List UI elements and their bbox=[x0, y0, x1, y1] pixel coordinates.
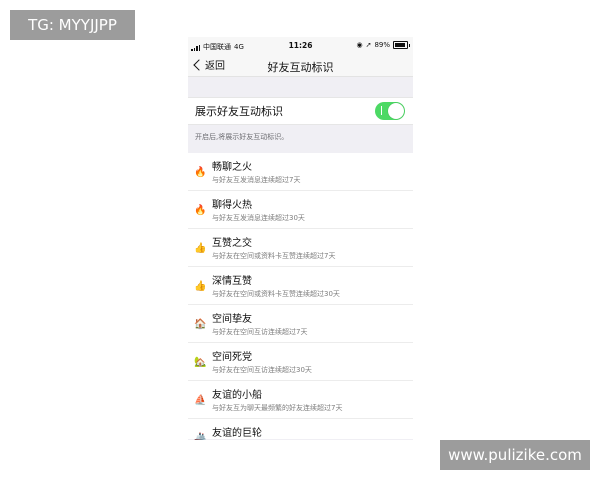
nav-bar: 返回 好友互动标识 bbox=[188, 54, 413, 77]
badge-list: 🔥 畅聊之火与好友互发消息连续超过7天 🔥 聊得火热与好友互发消息连续超过30天 👍 互赞… bbox=[188, 153, 413, 440]
watermark-top-left: TG: MYYJJPP bbox=[10, 10, 135, 40]
big-house-icon: 🏡 bbox=[194, 357, 207, 368]
big-thumb-icon: 👍 bbox=[194, 281, 207, 292]
list-item: 🔥 畅聊之火与好友互发消息连续超过7天 bbox=[188, 153, 413, 191]
toggle-hint: 开启后,将展示好友互动标识。 bbox=[195, 133, 289, 141]
switch-knob bbox=[388, 103, 404, 119]
list-item: 🔥 聊得火热与好友互发消息连续超过30天 bbox=[188, 191, 413, 229]
item-title: 友谊的巨轮 bbox=[212, 428, 262, 439]
orientation-lock-icon: ◉ bbox=[356, 41, 363, 49]
item-title: 空间挚友 bbox=[212, 314, 252, 325]
phone-screen: 中国联通 4G 11:26 ◉ ➚ 89% 返回 好友互动标识 展示好友互动标识… bbox=[188, 37, 413, 440]
show-interaction-badges-row: 展示好友互动标识 bbox=[188, 97, 413, 125]
item-title: 深情互赞 bbox=[212, 276, 252, 287]
switch-on-mark bbox=[381, 106, 382, 115]
list-item: ⛵ 友谊的小船与好友互为聊天最频繁的好友连续超过7天 bbox=[188, 381, 413, 419]
status-bar: 中国联通 4G 11:26 ◉ ➚ 89% bbox=[188, 37, 413, 54]
list-item: 👍 深情互赞与好友在空间或资料卡互赞连续超过30天 bbox=[188, 267, 413, 305]
list-item: 👍 互赞之交与好友在空间或资料卡互赞连续超过7天 bbox=[188, 229, 413, 267]
list-item: 🏠 空间挚友与好友在空间互访连续超过7天 bbox=[188, 305, 413, 343]
battery-percent: 89% bbox=[374, 41, 390, 49]
big-ship-icon: 🚢 bbox=[194, 433, 207, 440]
status-right: ◉ ➚ 89% bbox=[356, 41, 410, 49]
item-title: 互赞之交 bbox=[212, 238, 252, 249]
toggle-label: 展示好友互动标识 bbox=[195, 105, 283, 118]
item-description: 与好友在空间互访连续超过7天 bbox=[212, 328, 308, 336]
big-flame-icon: 🔥 bbox=[194, 205, 207, 216]
page-title: 好友互动标识 bbox=[267, 61, 334, 74]
small-flame-icon: 🔥 bbox=[194, 167, 207, 178]
item-title: 畅聊之火 bbox=[212, 162, 252, 173]
list-item: 🏡 空间死党与好友在空间互访连续超过30天 bbox=[188, 343, 413, 381]
item-title: 聊得火热 bbox=[212, 200, 252, 211]
item-description: 与好友互为聊天最频繁的好友连续超过7天 bbox=[212, 404, 343, 412]
item-title: 友谊的小船 bbox=[212, 390, 262, 401]
location-icon: ➚ bbox=[365, 41, 372, 49]
small-boat-icon: ⛵ bbox=[194, 395, 207, 406]
item-description: 与好友在空间互访连续超过30天 bbox=[212, 366, 312, 374]
list-item: 🚢 友谊的巨轮 bbox=[188, 419, 413, 440]
small-thumb-icon: 👍 bbox=[194, 243, 207, 254]
item-title: 空间死党 bbox=[212, 352, 252, 363]
item-description: 与好友在空间或资料卡互赞连续超过7天 bbox=[212, 252, 336, 260]
item-description: 与好友互发消息连续超过7天 bbox=[212, 176, 301, 184]
show-badges-toggle[interactable] bbox=[375, 102, 405, 120]
item-description: 与好友在空间或资料卡互赞连续超过30天 bbox=[212, 290, 340, 298]
item-description: 与好友互发消息连续超过30天 bbox=[212, 214, 305, 222]
small-house-icon: 🏠 bbox=[194, 319, 207, 330]
battery-icon bbox=[393, 41, 410, 49]
watermark-bottom-right: www.pulizike.com bbox=[440, 440, 590, 470]
